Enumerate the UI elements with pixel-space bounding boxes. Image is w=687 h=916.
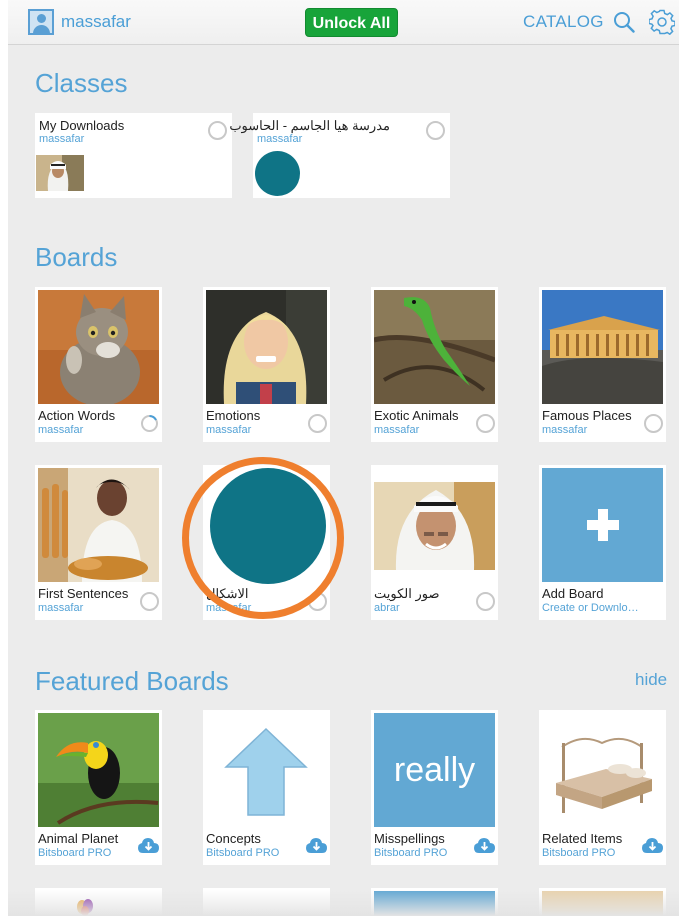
unlock-all-button[interactable]: Unlock All (305, 8, 398, 37)
board-title: Misspellings (374, 831, 445, 846)
class-thumbnail-portrait (36, 155, 84, 191)
user-profile[interactable]: massafar (28, 9, 131, 35)
board-owner: massafar (374, 424, 420, 436)
cloud-download-icon[interactable] (306, 837, 327, 854)
classes-heading: Classes (35, 68, 128, 98)
board-image-up-arrow (206, 713, 327, 827)
board-card[interactable]: صور الكويت abrar (371, 465, 498, 620)
select-radio[interactable] (140, 592, 159, 611)
board-title: Animal Planet (38, 831, 119, 846)
class-owner: massafar (39, 133, 85, 145)
board-card[interactable]: First Sentences massafar (35, 465, 162, 620)
add-board-title: Add Board (542, 586, 604, 601)
board-title: Concepts (206, 831, 261, 846)
tile-word: really (393, 751, 476, 789)
cloud-download-icon[interactable] (138, 837, 159, 854)
board-card[interactable]: Exotic Animals massafar (371, 287, 498, 442)
board-owner: massafar (38, 424, 84, 436)
cloud-download-icon[interactable] (474, 837, 495, 854)
board-image-baker (38, 468, 159, 582)
featured-board-card[interactable]: Concepts Bitsboard PRO (203, 710, 330, 865)
user-avatar-icon (28, 9, 54, 35)
board-title: Emotions (206, 408, 261, 423)
class-title: مدرسة هيا الجاسم - الحاسوب (229, 118, 390, 133)
board-owner: massafar (206, 424, 252, 436)
board-image-toucan (38, 713, 159, 827)
left-frame (0, 0, 8, 916)
board-image-lizard (374, 290, 495, 404)
featured-heading: Featured Boards (35, 666, 229, 696)
add-board-subtitle: Create or Downlo… (542, 602, 639, 614)
add-board-tile (542, 468, 663, 582)
class-card-my-downloads[interactable]: My Downloads massafar (35, 113, 232, 198)
board-title: Famous Places (542, 408, 632, 423)
featured-board-card[interactable]: really Misspellings Bitsboard PRO (371, 710, 498, 865)
board-title: Action Words (38, 408, 116, 423)
featured-board-card[interactable]: Related Items Bitsboard PRO (539, 710, 666, 865)
board-owner: Bitsboard PRO (38, 847, 112, 859)
board-image-emir (374, 482, 495, 570)
username: massafar (61, 12, 131, 31)
top-bar: massafar Unlock All CATALOG (8, 0, 679, 45)
highlight-ring (182, 457, 344, 619)
board-image-bed (542, 713, 663, 827)
cloud-download-icon[interactable] (642, 837, 663, 854)
class-title: My Downloads (39, 118, 125, 133)
board-owner: massafar (38, 602, 84, 614)
boards-heading: Boards (35, 242, 118, 272)
board-image-word-tile: really (374, 713, 495, 827)
bottom-fade (8, 890, 679, 916)
class-thumbnail-circle (255, 151, 300, 196)
board-card[interactable]: Emotions massafar (203, 287, 330, 442)
add-board-card[interactable]: Add Board Create or Downlo… (539, 465, 666, 620)
board-title: Exotic Animals (374, 408, 459, 423)
board-title: First Sentences (38, 586, 129, 601)
board-owner: abrar (374, 602, 400, 614)
select-radio[interactable] (308, 414, 327, 433)
hide-featured-link[interactable]: hide (635, 670, 667, 690)
select-radio[interactable] (426, 121, 445, 140)
plus-icon (587, 509, 619, 541)
loading-progress-icon (141, 415, 158, 432)
select-radio[interactable] (476, 414, 495, 433)
catalog-link[interactable]: CATALOG (523, 12, 604, 32)
gear-icon[interactable] (649, 9, 675, 35)
board-image-girl (206, 290, 327, 404)
select-radio[interactable] (208, 121, 227, 140)
featured-board-card[interactable]: Animal Planet Bitsboard PRO (35, 710, 162, 865)
board-owner: Bitsboard PRO (374, 847, 448, 859)
board-image-parthenon (542, 290, 663, 404)
board-image-cat (38, 290, 159, 404)
board-title: صور الكويت (374, 586, 440, 601)
class-card-school[interactable]: مدرسة هيا الجاسم - الحاسوب massafar (229, 113, 450, 198)
board-card[interactable]: Famous Places massafar (539, 287, 666, 442)
search-icon[interactable] (613, 11, 635, 33)
select-radio[interactable] (476, 592, 495, 611)
board-title: Related Items (542, 831, 623, 846)
right-frame (679, 0, 687, 916)
board-owner: Bitsboard PRO (542, 847, 616, 859)
select-radio[interactable] (644, 414, 663, 433)
board-card[interactable]: Action Words massafar (35, 287, 162, 442)
class-owner: massafar (257, 133, 303, 145)
board-owner: massafar (542, 424, 588, 436)
board-owner: Bitsboard PRO (206, 847, 280, 859)
